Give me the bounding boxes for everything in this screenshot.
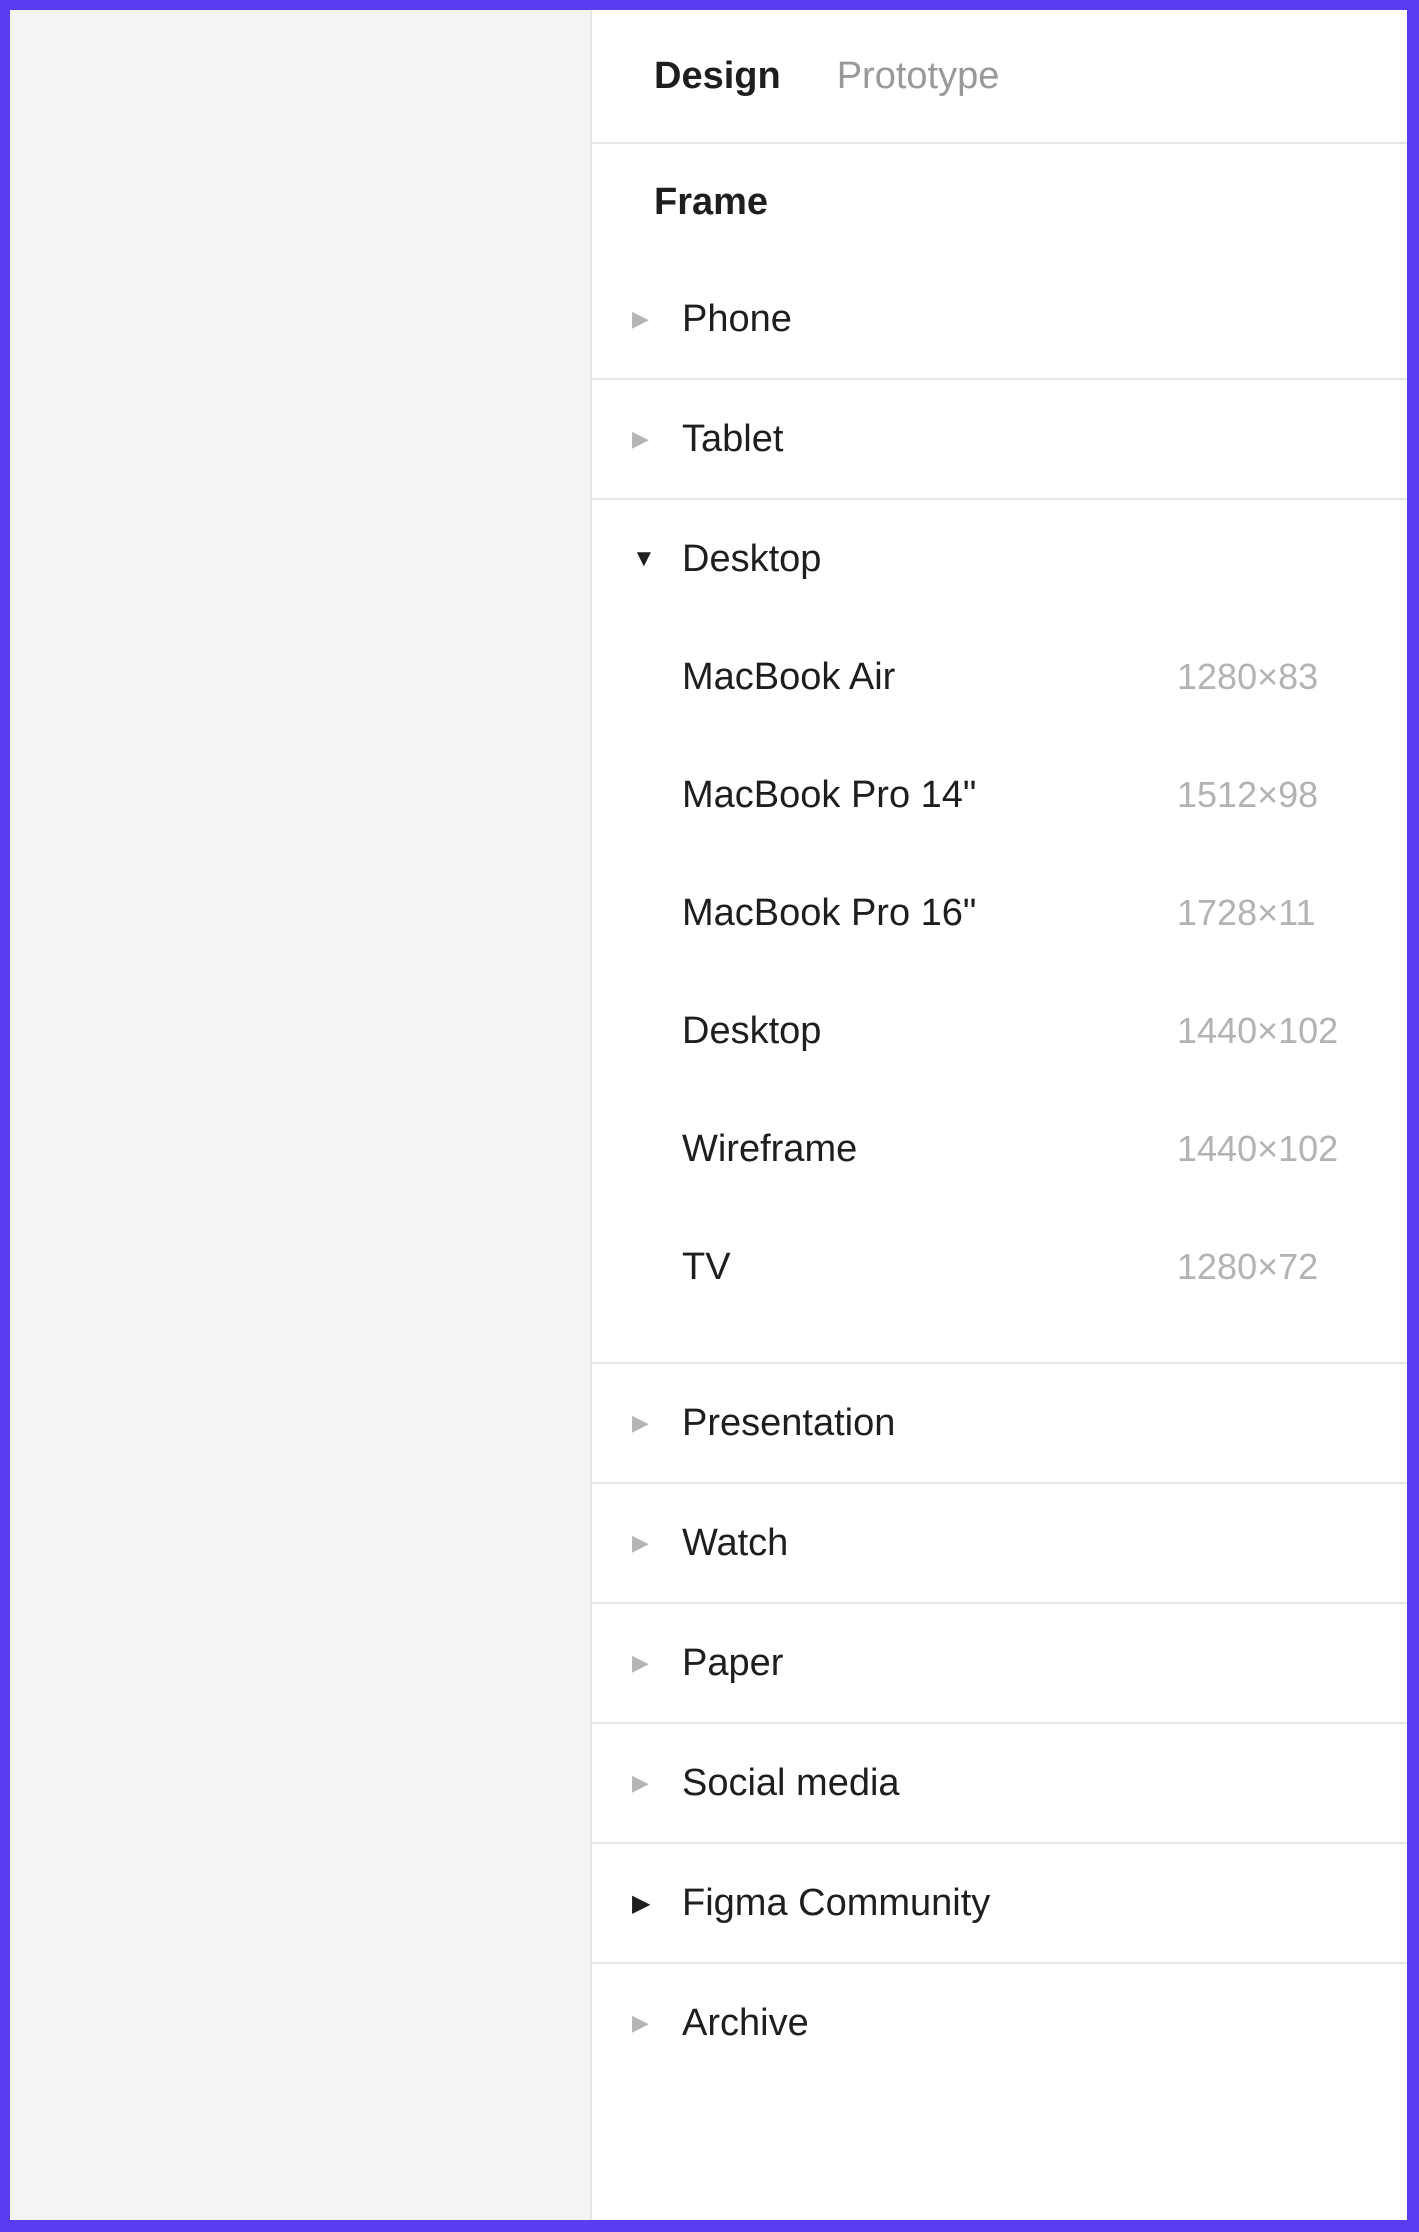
- preset-item-tv[interactable]: TV 1280×72: [592, 1208, 1407, 1326]
- caret-right-icon: ▶: [632, 426, 649, 451]
- group-header-phone[interactable]: ▶ Phone: [592, 260, 1407, 378]
- preset-label: MacBook Pro 14": [682, 773, 977, 816]
- group-header-desktop[interactable]: ▼ Desktop: [592, 500, 1407, 618]
- preset-item-macbook-pro-16[interactable]: MacBook Pro 16" 1728×11: [592, 854, 1407, 972]
- desktop-preset-list: MacBook Air 1280×83 MacBook Pro 14" 1512…: [592, 618, 1407, 1362]
- properties-panel: Design Prototype Frame ▶ Phone ▶ Tablet …: [590, 10, 1407, 2220]
- frame-group-figma-community: ▶ Figma Community: [592, 1844, 1407, 1964]
- group-label: Presentation: [682, 1401, 896, 1444]
- group-label: Tablet: [682, 417, 784, 460]
- frame-group-social-media: ▶ Social media: [592, 1724, 1407, 1844]
- preset-item-wireframe[interactable]: Wireframe 1440×102: [592, 1090, 1407, 1208]
- preset-size: 1512×98: [1177, 774, 1319, 815]
- group-header-tablet[interactable]: ▶ Tablet: [592, 380, 1407, 498]
- frame-group-watch: ▶ Watch: [592, 1484, 1407, 1604]
- caret-right-icon: ▶: [632, 1889, 651, 1917]
- caret-right-icon: ▶: [632, 2010, 649, 2035]
- frame-section-title: Frame: [654, 180, 769, 223]
- preset-item-desktop[interactable]: Desktop 1440×102: [592, 972, 1407, 1090]
- preset-size: 1440×102: [1177, 1128, 1339, 1169]
- preset-label: TV: [682, 1245, 731, 1288]
- group-label: Watch: [682, 1521, 789, 1564]
- preset-label: Desktop: [682, 1009, 822, 1052]
- group-label: Figma Community: [682, 1881, 991, 1924]
- frame-group-desktop: ▼ Desktop MacBook Air 1280×83 MacBook Pr…: [592, 500, 1407, 1364]
- preset-size: 1280×72: [1177, 1246, 1319, 1287]
- frame-group-archive: ▶ Archive: [592, 1964, 1407, 2082]
- caret-down-icon: ▼: [632, 545, 656, 572]
- caret-right-icon: ▶: [632, 1410, 649, 1435]
- group-label: Desktop: [682, 537, 822, 580]
- group-header-presentation[interactable]: ▶ Presentation: [592, 1364, 1407, 1482]
- caret-right-icon: ▶: [632, 306, 649, 331]
- preset-size: 1440×102: [1177, 1010, 1339, 1051]
- frame-group-phone: ▶ Phone: [592, 260, 1407, 380]
- canvas-area[interactable]: [10, 10, 590, 2220]
- group-label: Archive: [682, 2001, 809, 2044]
- frame-group-presentation: ▶ Presentation: [592, 1364, 1407, 1484]
- group-header-watch[interactable]: ▶ Watch: [592, 1484, 1407, 1602]
- tab-prototype[interactable]: Prototype: [837, 55, 1000, 98]
- caret-right-icon: ▶: [632, 1650, 649, 1675]
- preset-label: Wireframe: [682, 1127, 858, 1170]
- preset-label: MacBook Air: [682, 655, 896, 698]
- caret-right-icon: ▶: [632, 1530, 649, 1555]
- group-header-archive[interactable]: ▶ Archive: [592, 1964, 1407, 2082]
- panel-tabs: Design Prototype: [592, 10, 1407, 144]
- group-header-social-media[interactable]: ▶ Social media: [592, 1724, 1407, 1842]
- group-header-figma-community[interactable]: ▶ Figma Community: [592, 1844, 1407, 1962]
- group-label: Paper: [682, 1641, 784, 1684]
- preset-item-macbook-pro-14[interactable]: MacBook Pro 14" 1512×98: [592, 736, 1407, 854]
- preset-size: 1280×83: [1177, 656, 1319, 697]
- group-header-paper[interactable]: ▶ Paper: [592, 1604, 1407, 1722]
- preset-label: MacBook Pro 16": [682, 891, 977, 934]
- tab-design[interactable]: Design: [654, 55, 781, 98]
- frame-group-paper: ▶ Paper: [592, 1604, 1407, 1724]
- frame-group-tablet: ▶ Tablet: [592, 380, 1407, 500]
- preset-size: 1728×11: [1177, 892, 1316, 933]
- group-label: Phone: [682, 297, 792, 340]
- caret-right-icon: ▶: [632, 1770, 649, 1795]
- preset-item-macbook-air[interactable]: MacBook Air 1280×83: [592, 618, 1407, 736]
- group-label: Social media: [682, 1761, 900, 1804]
- app-frame: Design Prototype Frame ▶ Phone ▶ Tablet …: [10, 10, 1407, 2220]
